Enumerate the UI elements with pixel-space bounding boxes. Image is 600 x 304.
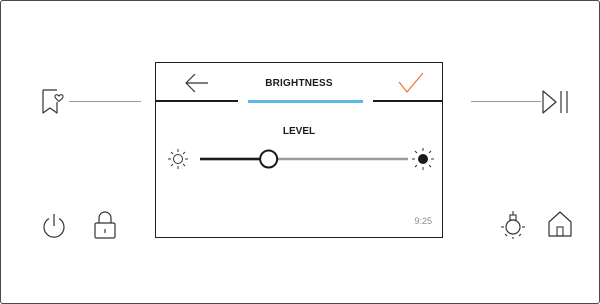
header-divider-left	[156, 100, 238, 102]
brightness-slider[interactable]	[166, 147, 436, 171]
brightness-screen: BRIGHTNESS LEVEL 9:25	[155, 62, 443, 238]
power-icon[interactable]	[39, 211, 69, 241]
sun-high-icon[interactable]	[412, 148, 434, 170]
level-label: LEVEL	[282, 126, 316, 137]
clock: 9:25	[414, 216, 432, 226]
checkmark-icon[interactable]	[396, 71, 426, 95]
bookmark-heart-icon[interactable]	[39, 87, 69, 117]
home-icon[interactable]	[545, 209, 575, 239]
header-divider-right	[373, 100, 442, 102]
tab-active-indicator	[248, 100, 363, 103]
device-panel: BRIGHTNESS LEVEL 9:25	[0, 0, 600, 304]
lamp-icon[interactable]	[498, 209, 528, 241]
lock-icon[interactable]	[91, 209, 119, 241]
right-connector-line	[471, 101, 541, 102]
sun-low-icon[interactable]	[168, 149, 188, 169]
slider-handle[interactable]	[259, 149, 279, 169]
play-pause-icon[interactable]	[539, 89, 575, 115]
left-connector-line	[69, 101, 141, 102]
